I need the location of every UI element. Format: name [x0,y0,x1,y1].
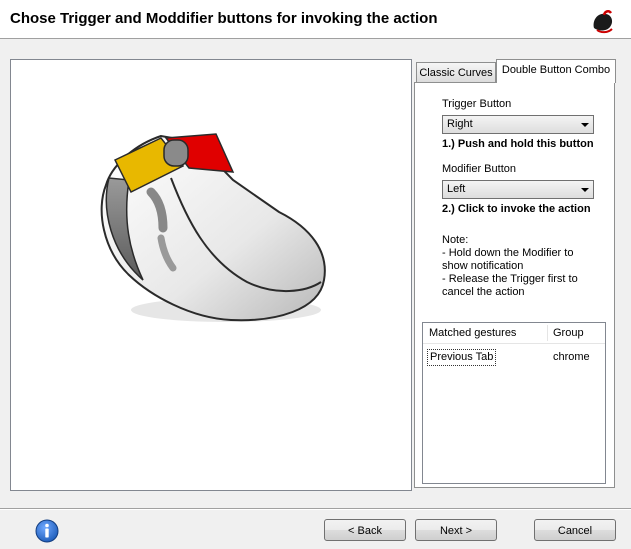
back-button[interactable]: < Back [324,519,406,541]
gesture-name: Previous Tab [427,349,497,366]
modifier-hint: 2.) Click to invoke the action [442,203,591,215]
note-line: show notification [442,260,524,272]
tab-double-button-combo[interactable]: Double Button Combo [496,59,616,83]
note-line: cancel the action [442,286,525,298]
next-button[interactable]: Next > [415,519,497,541]
list-item[interactable]: Previous Tab chrome [423,349,605,366]
trigger-button-value: Right [447,118,473,130]
note-text: Note: - Hold down the Modifier to show n… [442,234,602,299]
trigger-button-label: Trigger Button [442,98,512,110]
modifier-button-label: Modifier Button [442,163,516,175]
tab-classic-curves[interactable]: Classic Curves [416,62,496,82]
dropdown-arrow-icon [581,188,589,192]
mouse-illustration [100,133,326,322]
dropdown-arrow-icon [581,123,589,127]
info-icon[interactable] [35,519,59,543]
column-header-matched-gestures[interactable]: Matched gestures [429,327,516,339]
trigger-hint: 1.) Push and hold this button [442,138,594,150]
footer-divider-highlight [0,509,631,510]
trigger-button-select[interactable]: Right [442,115,594,134]
wizard-header: Chose Trigger and Moddifier buttons for … [0,0,631,39]
column-divider[interactable] [547,325,548,341]
note-line: Note: [442,234,469,246]
tab-panel: Trigger Button Right 1.) Push and hold t… [414,82,615,488]
matched-gestures-list[interactable]: Matched gestures Group Previous Tab chro… [422,322,606,484]
mouse-preview [10,59,412,491]
list-header: Matched gestures Group [423,323,605,344]
gesture-group: chrome [553,351,590,363]
note-line: - Hold down the Modifier to [442,247,574,259]
cancel-button[interactable]: Cancel [534,519,616,541]
page-title: Chose Trigger and Moddifier buttons for … [10,10,438,27]
app-logo-icon [593,10,613,34]
modifier-button-select[interactable]: Left [442,180,594,199]
column-header-group[interactable]: Group [553,327,584,339]
modifier-button-value: Left [447,183,466,195]
note-line: - Release the Trigger first to [442,273,578,285]
